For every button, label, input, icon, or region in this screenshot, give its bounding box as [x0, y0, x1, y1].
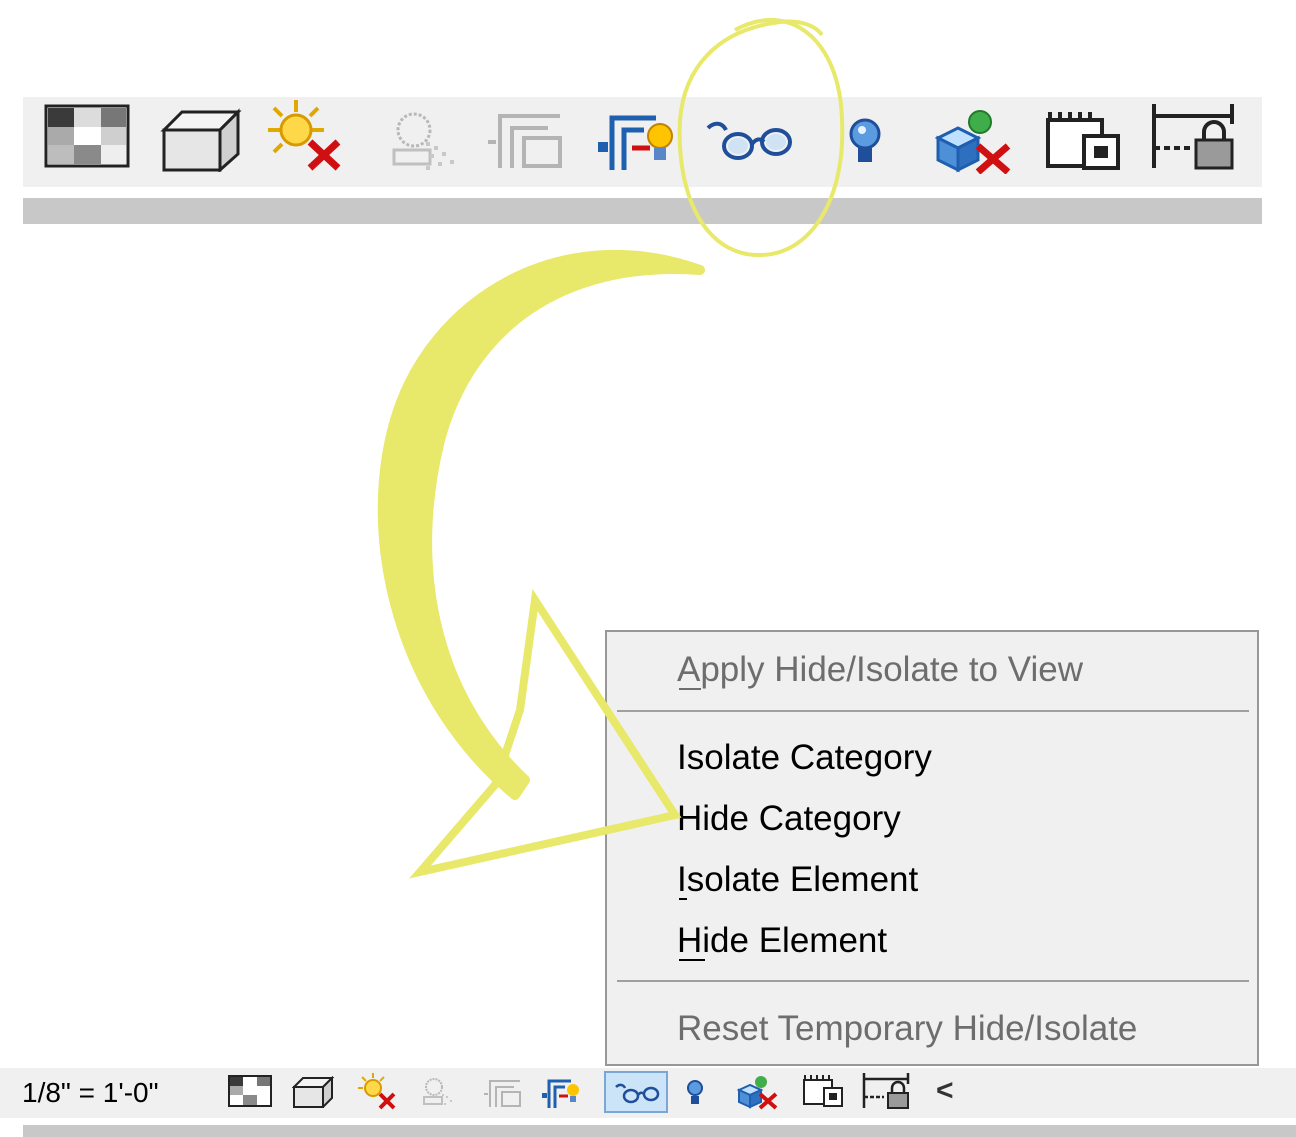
shadows-icon: [423, 1078, 452, 1105]
menu-separator: [617, 710, 1249, 712]
view-scale[interactable]: 1/8" = 1'-0": [22, 1076, 159, 1110]
menu-item-reset-temporary-hide-isolate: Reset Temporary Hide/Isolate: [677, 1009, 1138, 1048]
visual-style-icon[interactable]: [160, 108, 242, 172]
temporary-hide-isolate-button[interactable]: [604, 1071, 668, 1113]
worksharing-display-icon[interactable]: [932, 108, 1014, 174]
temporary-hide-isolate-icon[interactable]: [704, 116, 794, 166]
reveal-hidden-elements-icon[interactable]: [846, 116, 884, 166]
show-crop-region-icon[interactable]: [594, 108, 680, 174]
sun-path-off-icon[interactable]: [262, 98, 346, 172]
lock-3d-view-icon[interactable]: [802, 1074, 846, 1108]
menu-item-apply-hide-isolate-to-view: Apply Hide/Isolate to View: [677, 650, 1083, 689]
detail-level-icon[interactable]: [44, 104, 130, 168]
shadows-icon: [392, 112, 454, 170]
reveal-hidden-elements-icon[interactable]: [684, 1078, 706, 1108]
show-crop-region-icon[interactable]: [540, 1076, 584, 1110]
crop-view-icon: [484, 1080, 521, 1107]
sun-path-off-icon[interactable]: [356, 1072, 398, 1110]
visual-style-icon[interactable]: [292, 1076, 334, 1108]
accelerator-underline: [679, 959, 705, 961]
menu-item-isolate-category[interactable]: Isolate Category: [677, 738, 932, 778]
menu-item-hide-element[interactable]: Hide Element: [677, 921, 887, 961]
accelerator-underline: [679, 688, 701, 690]
menu-item-isolate-element[interactable]: Isolate Element: [677, 860, 918, 900]
temporary-view-properties-icon[interactable]: [1150, 102, 1240, 172]
menu-item-hide-category[interactable]: Hide Category: [677, 799, 901, 839]
worksharing-display-icon[interactable]: [736, 1074, 780, 1110]
temporary-view-properties-icon[interactable]: [862, 1072, 912, 1110]
menu-separator: [617, 980, 1249, 982]
accelerator-underline: [679, 898, 687, 900]
glasses-icon: [615, 1083, 660, 1104]
collapse-chevron-icon[interactable]: <: [936, 1074, 954, 1108]
hide-isolate-menu: Apply Hide/Isolate to View Isolate Categ…: [605, 630, 1259, 1066]
horizontal-scrollbar-bottom[interactable]: [23, 1125, 1296, 1137]
lock-3d-view-icon[interactable]: [1044, 110, 1124, 172]
detail-level-icon[interactable]: [228, 1075, 272, 1107]
crop-view-icon: [488, 114, 562, 168]
horizontal-scrollbar[interactable]: [23, 198, 1262, 224]
